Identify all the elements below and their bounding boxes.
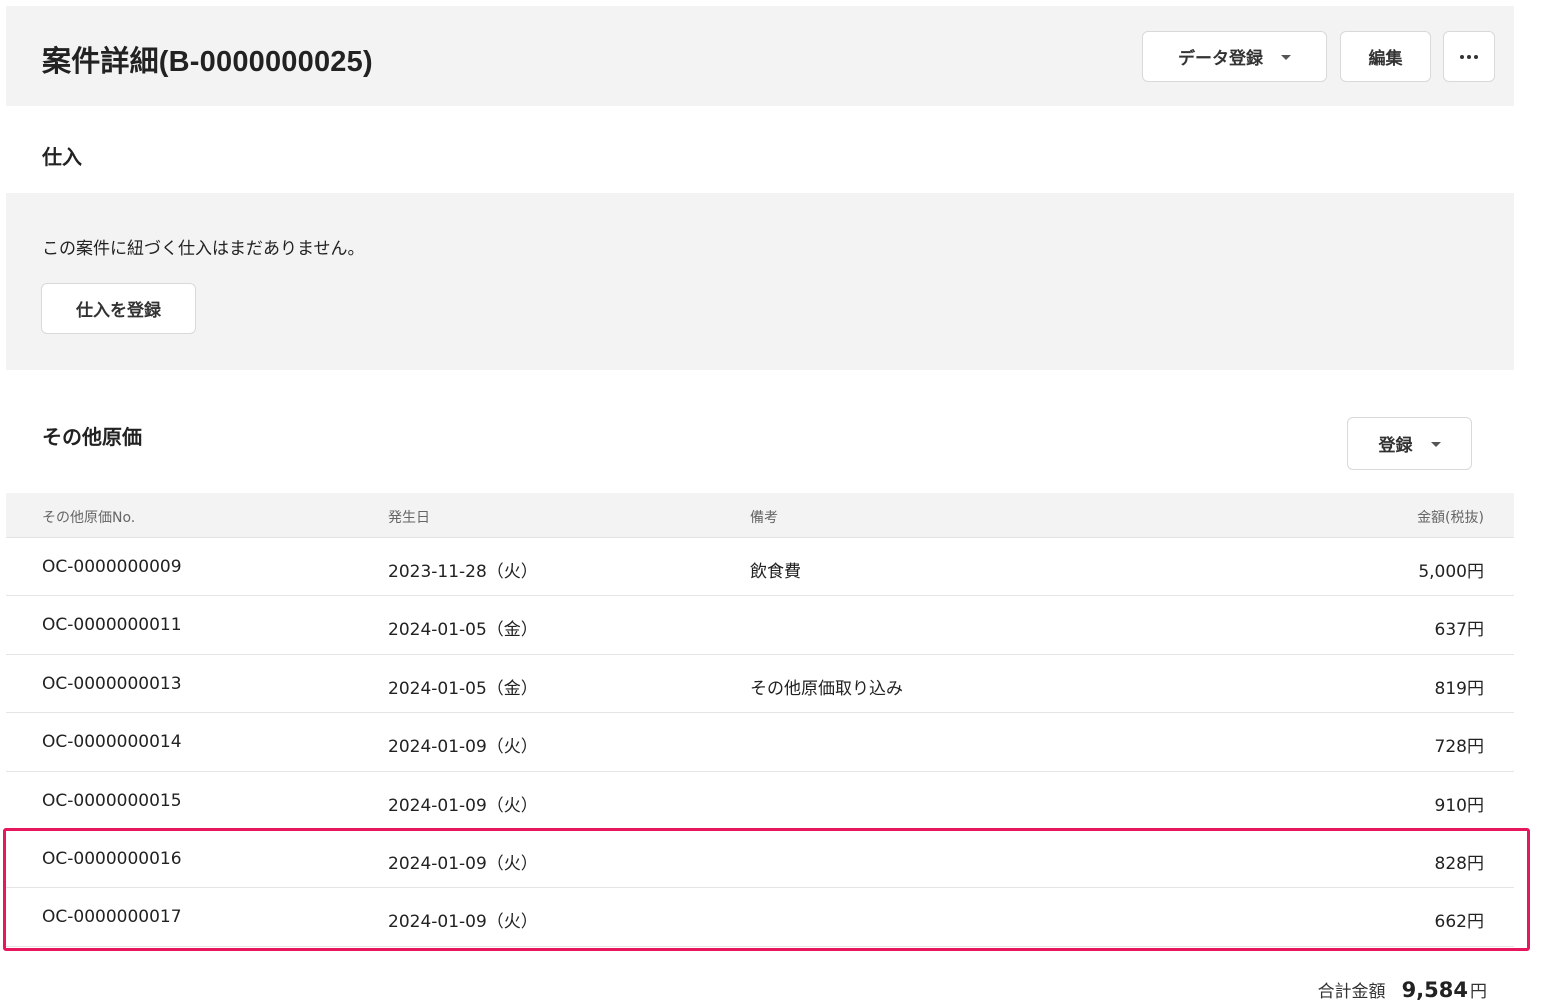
purchase-section-title: 仕入	[42, 145, 82, 169]
page-header: 案件詳細(B-0000000025) データ登録 編集	[6, 6, 1514, 106]
cell-amount: 728円	[1434, 737, 1484, 758]
cell-no[interactable]: OC-0000000013	[42, 674, 182, 694]
table-row[interactable]: OC-0000000014 2024-01-09（火） 728円	[6, 713, 1514, 772]
more-options-button[interactable]	[1443, 31, 1495, 82]
column-header-no[interactable]: その他原価No.	[42, 507, 135, 527]
cell-date: 2024-01-09（火）	[388, 737, 538, 758]
cell-amount: 5,000円	[1418, 562, 1484, 582]
cell-date: 2024-01-05（金）	[388, 678, 538, 699]
other-costs-table: その他原価No. 発生日 備考 金額(税抜) OC-0000000009 202…	[6, 493, 1514, 947]
column-header-date[interactable]: 発生日	[388, 507, 430, 527]
total-value: 9,584	[1401, 978, 1468, 1002]
edit-label: 編集	[1368, 49, 1403, 69]
cell-no[interactable]: OC-0000000015	[42, 791, 182, 811]
table-row[interactable]: OC-0000000015 2024-01-09（火） 910円	[6, 772, 1514, 830]
cell-note: その他原価取り込み	[750, 678, 903, 699]
cell-amount: 828円	[1434, 853, 1484, 874]
column-header-note[interactable]: 備考	[750, 507, 778, 527]
cell-no[interactable]: OC-0000000014	[42, 732, 182, 752]
cell-date: 2023-11-28（火）	[388, 562, 538, 582]
total-amount: 合計金額 9,584 円	[1318, 977, 1487, 1002]
more-horizontal-icon	[1460, 54, 1478, 59]
table-row[interactable]: OC-0000000016 2024-01-09（火） 828円	[6, 830, 1514, 889]
caret-down-icon	[1281, 55, 1291, 60]
purchase-empty-message: この案件に紐づく仕入はまだありません。	[42, 239, 365, 259]
other-costs-section-title: その他原価	[42, 425, 142, 449]
cell-no[interactable]: OC-0000000016	[42, 849, 182, 869]
register-purchase-button[interactable]: 仕入を登録	[41, 283, 196, 334]
caret-down-icon	[1430, 442, 1441, 447]
cell-no[interactable]: OC-0000000011	[42, 615, 182, 635]
cell-date: 2024-01-05（金）	[388, 620, 538, 641]
purchase-empty-panel: この案件に紐づく仕入はまだありません。 仕入を登録	[6, 193, 1514, 370]
table-row[interactable]: OC-0000000009 2023-11-28（火） 飲食費 5,000円	[6, 538, 1514, 597]
cell-date: 2024-01-09（火）	[388, 853, 538, 874]
total-unit: 円	[1470, 982, 1487, 1002]
cell-date: 2024-01-09（火）	[388, 795, 538, 816]
cell-amount: 910円	[1434, 795, 1484, 816]
total-label: 合計金額	[1317, 982, 1386, 1002]
cell-no[interactable]: OC-0000000009	[42, 557, 182, 577]
table-row[interactable]: OC-0000000011 2024-01-05（金） 637円	[6, 596, 1514, 655]
table-row[interactable]: OC-0000000017 2024-01-09（火） 662円	[6, 888, 1514, 947]
edit-button[interactable]: 編集	[1340, 31, 1431, 82]
table-row[interactable]: OC-0000000013 2024-01-05（金） その他原価取り込み 81…	[6, 655, 1514, 714]
cell-note: 飲食費	[750, 562, 801, 582]
cell-no[interactable]: OC-0000000017	[42, 907, 182, 927]
register-other-cost-dropdown-button[interactable]: 登録	[1347, 417, 1472, 470]
cell-date: 2024-01-09（火）	[388, 912, 538, 933]
register-label: 登録	[1378, 436, 1413, 456]
data-register-dropdown-button[interactable]: データ登録	[1142, 31, 1327, 82]
page: 案件詳細(B-0000000025) データ登録 編集 仕入 この案件に紐づく仕…	[0, 0, 1543, 1008]
table-header: その他原価No. 発生日 備考 金額(税抜)	[6, 493, 1514, 538]
cell-amount: 662円	[1434, 912, 1484, 933]
page-title: 案件詳細(B-0000000025)	[42, 46, 373, 78]
column-header-amount[interactable]: 金額(税抜)	[1417, 507, 1484, 527]
register-purchase-label: 仕入を登録	[76, 301, 161, 321]
data-register-label: データ登録	[1178, 49, 1263, 69]
cell-amount: 637円	[1434, 620, 1484, 641]
cell-amount: 819円	[1434, 678, 1484, 699]
